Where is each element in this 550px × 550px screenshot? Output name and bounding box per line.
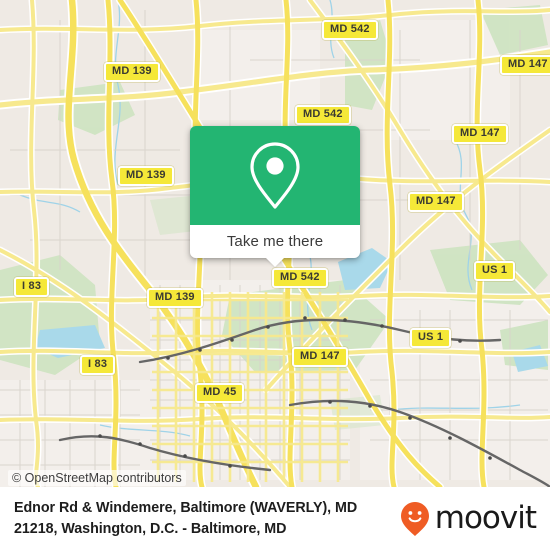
moovit-smiley-pin-icon <box>400 501 429 536</box>
moovit-wordmark: moovit <box>434 500 537 536</box>
map-screenshot: MD 542 MD 147 MD 139 MD 542 MD 147 MD 13… <box>0 0 550 550</box>
road-shield: MD 542 <box>322 20 378 40</box>
road-shield: US 1 <box>474 261 516 281</box>
road-shield: MD 147 <box>452 124 508 144</box>
road-shield: MD 147 <box>500 55 550 75</box>
road-shield: MD 45 <box>195 383 245 403</box>
openstreetmap-attribution[interactable]: © OpenStreetMap contributors <box>8 470 186 486</box>
moovit-logo[interactable]: moovit <box>400 501 550 537</box>
location-caption: Ednor Rd & Windemere, Baltimore (WAVERLY… <box>0 498 400 540</box>
road-shield: MD 542 <box>295 105 351 125</box>
take-me-there-label: Take me there <box>226 233 324 250</box>
road-shield: MD 139 <box>147 288 203 308</box>
footer-bar: Ednor Rd & Windemere, Baltimore (WAVERLY… <box>0 487 550 550</box>
popup-action-row[interactable]: Take me there <box>190 225 360 267</box>
road-shield: MD 147 <box>408 192 464 212</box>
road-shield: MD 542 <box>272 268 328 288</box>
road-shield: MD 147 <box>292 347 348 367</box>
road-shield: MD 139 <box>118 166 174 186</box>
location-caption-line1: Ednor Rd & Windemere, Baltimore (WAVERLY… <box>14 499 358 516</box>
map-canvas[interactable]: MD 542 MD 147 MD 139 MD 542 MD 147 MD 13… <box>0 0 550 487</box>
location-caption-line2: 21218, Washington, D.C. - Baltimore, MD <box>14 520 287 537</box>
location-popup-card[interactable]: Take me there <box>190 126 360 267</box>
popup-header <box>190 126 360 225</box>
road-shield: I 83 <box>14 277 50 297</box>
road-shield: US 1 <box>410 328 452 348</box>
map-pin-icon <box>250 141 300 209</box>
road-shield: I 83 <box>80 355 116 375</box>
popup-pointer-tail <box>265 257 285 267</box>
road-shield: MD 139 <box>104 62 160 82</box>
